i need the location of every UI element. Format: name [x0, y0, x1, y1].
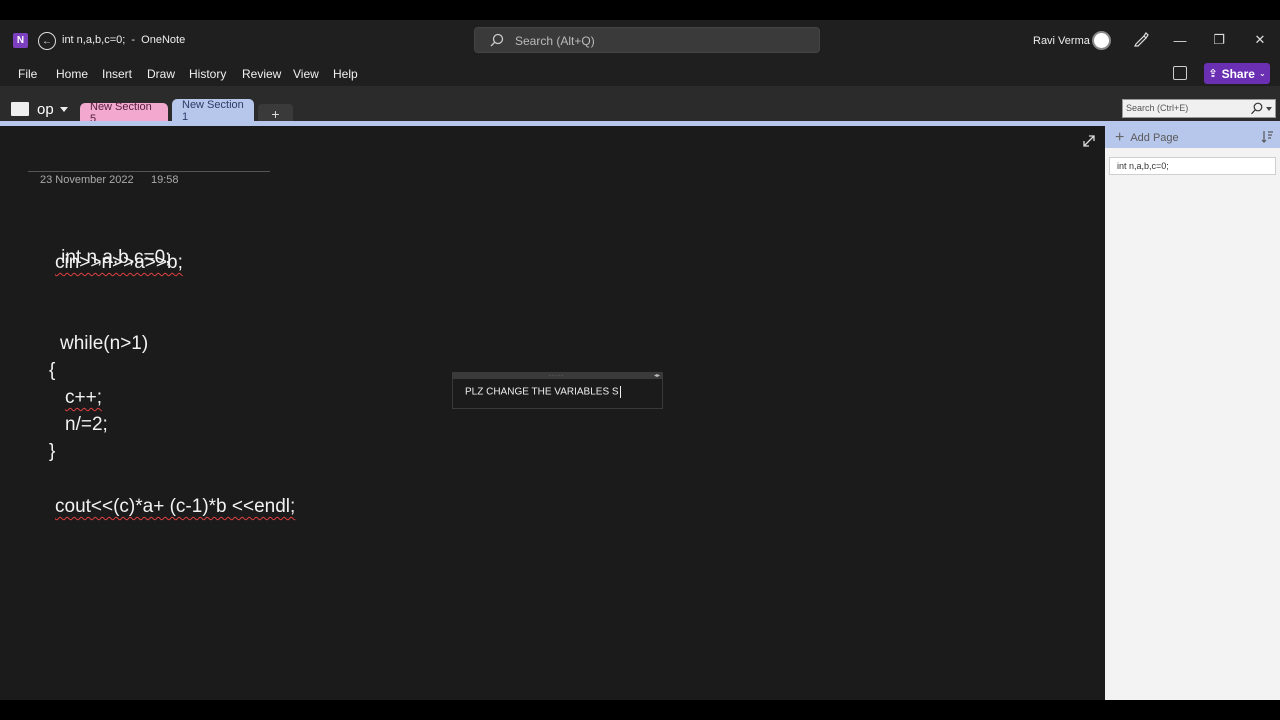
share-icon: ⇪: [1208, 68, 1218, 80]
code-line[interactable]: {: [49, 360, 55, 382]
code-line[interactable]: n/=2;: [65, 414, 108, 436]
sort-icon[interactable]: [1261, 130, 1273, 143]
search-icon: [1251, 102, 1263, 115]
notebook-search-placeholder: Search (Ctrl+E): [1126, 103, 1189, 113]
resize-arrows-icon[interactable]: ◂▸: [654, 373, 660, 379]
expand-icon[interactable]: [1082, 134, 1096, 148]
code-line[interactable]: while(n>1): [60, 333, 148, 355]
onenote-logo-icon: N: [13, 33, 28, 48]
plus-icon: +: [1115, 129, 1125, 146]
avatar[interactable]: [1092, 31, 1111, 50]
share-label: Share: [1221, 66, 1255, 81]
window-title: int n,a,b,c=0; - OneNote: [62, 34, 186, 46]
code-line[interactable]: cin>>n>>a>>b;: [55, 252, 183, 274]
menu-file[interactable]: File: [18, 67, 37, 81]
menu-help[interactable]: Help: [333, 67, 358, 81]
chevron-down-icon[interactable]: [1266, 107, 1272, 111]
notebook-search-input[interactable]: Search (Ctrl+E): [1122, 99, 1276, 118]
code-line[interactable]: }: [49, 441, 55, 463]
section-bar: op New Section 5 New Section 1 + Search …: [0, 86, 1280, 125]
search-input[interactable]: Search (Alt+Q): [474, 27, 820, 53]
arrow-left-icon: ←: [42, 35, 52, 47]
page-date: 23 November 2022: [40, 174, 134, 186]
menu-view[interactable]: View: [293, 67, 319, 81]
note-text-content: PLZ CHANGE THE VARIABLES S: [465, 386, 619, 398]
code-line[interactable]: cout<<(c)*a+ (c-1)*b <<endl;: [55, 496, 295, 518]
ribbon-menu: File Home Insert Draw History Review Vie…: [0, 62, 1280, 86]
title-bar: N ← int n,a,b,c=0; - OneNote Search (Alt…: [0, 20, 1280, 62]
page-canvas[interactable]: 23 November 2022 19:58 int n,a,b,c=0; ci…: [0, 126, 1105, 700]
code-line[interactable]: c++;: [65, 387, 102, 409]
page-list-item[interactable]: int n,a,b,c=0;: [1109, 157, 1276, 175]
pen-icon[interactable]: [1133, 31, 1149, 47]
tab-new-section-1[interactable]: New Section 1: [172, 99, 254, 123]
menu-insert[interactable]: Insert: [102, 67, 132, 81]
note-drag-handle[interactable]: ····· ◂▸: [453, 373, 662, 379]
menu-home[interactable]: Home: [56, 67, 88, 81]
page-list-pane: + Add Page int n,a,b,c=0;: [1105, 126, 1280, 700]
close-button[interactable]: ✕: [1249, 30, 1271, 50]
add-page-label: Add Page: [1130, 132, 1179, 144]
search-placeholder: Search (Alt+Q): [515, 34, 595, 48]
menu-review[interactable]: Review: [242, 67, 281, 81]
minimize-button[interactable]: —: [1169, 30, 1191, 50]
notebook-dropdown-icon[interactable]: [60, 107, 68, 112]
text-cursor: [619, 386, 621, 398]
notebook-icon[interactable]: [11, 102, 29, 116]
tab-new-section-5[interactable]: New Section 5: [80, 101, 168, 125]
menu-history[interactable]: History: [189, 67, 226, 81]
share-button[interactable]: ⇪ Share ⌄: [1204, 63, 1270, 84]
page-time: 19:58: [151, 174, 179, 186]
search-icon: [490, 33, 504, 47]
notebook-pane-toggle-icon[interactable]: [1173, 66, 1187, 80]
menu-draw[interactable]: Draw: [147, 67, 175, 81]
add-page-button[interactable]: + Add Page: [1115, 129, 1179, 147]
restore-button[interactable]: ❐: [1208, 30, 1230, 50]
note-text[interactable]: PLZ CHANGE THE VARIABLES S: [465, 386, 621, 398]
drag-dots-icon: ·····: [549, 373, 564, 379]
chevron-down-icon: ⌄: [1258, 69, 1266, 78]
notebook-name[interactable]: op: [37, 101, 54, 118]
page-title-line[interactable]: [28, 171, 270, 172]
note-container[interactable]: ····· ◂▸ PLZ CHANGE THE VARIABLES S: [452, 372, 663, 409]
back-button[interactable]: ←: [38, 32, 56, 50]
user-name[interactable]: Ravi Verma: [1033, 35, 1090, 47]
